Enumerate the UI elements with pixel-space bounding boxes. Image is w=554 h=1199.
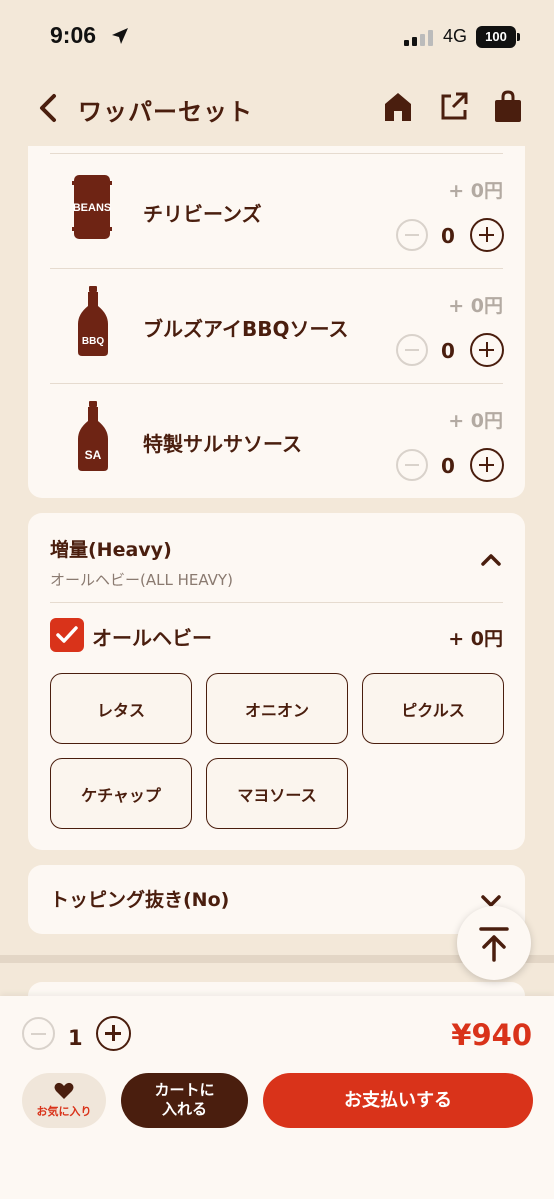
item-name: チリビーンズ bbox=[143, 202, 262, 226]
nav-bar: ワッパーセット bbox=[0, 72, 554, 146]
svg-text:BBQ: BBQ bbox=[82, 336, 104, 347]
favorite-label: お気に入り bbox=[36, 1105, 92, 1118]
item-name: ブルズアイBBQソース bbox=[143, 317, 349, 341]
quantity-decrease-button[interactable] bbox=[22, 1017, 55, 1050]
heavy-options-card: 増量(Heavy) オールヘビー(ALL HEAVY) オールヘビー + 0円 … bbox=[28, 513, 525, 850]
checkout-button[interactable]: お支払いする bbox=[263, 1073, 533, 1128]
list-item: BEANS チリビーンズ + 0円 0 bbox=[28, 146, 525, 261]
beans-can-icon: BEANS bbox=[72, 175, 112, 239]
option-mayo-sauce[interactable]: マヨソース bbox=[206, 758, 348, 829]
signal-icon bbox=[404, 30, 433, 46]
option-lettuce[interactable]: レタス bbox=[50, 673, 192, 744]
list-item: BBQ ブルズアイBBQソース + 0円 0 bbox=[28, 261, 525, 376]
checkbox-label: オールヘビー bbox=[92, 626, 212, 650]
item-name: 特製サルサソース bbox=[143, 432, 302, 456]
checkbox-price: + 0円 bbox=[448, 628, 503, 650]
cart-label-line1: カートに bbox=[154, 1081, 215, 1099]
decrease-button[interactable] bbox=[396, 449, 428, 481]
location-arrow-icon bbox=[112, 28, 128, 44]
section-subtitle: オールヘビー(ALL HEAVY) bbox=[50, 571, 233, 589]
divider bbox=[50, 268, 503, 269]
no-topping-card[interactable]: トッピング抜き(No) bbox=[28, 865, 525, 934]
option-onion[interactable]: オニオン bbox=[206, 673, 348, 744]
item-quantity: 0 bbox=[441, 224, 455, 248]
increase-button[interactable] bbox=[470, 218, 504, 252]
option-ketchup[interactable]: ケチャップ bbox=[50, 758, 192, 829]
option-pickles[interactable]: ピクルス bbox=[362, 673, 504, 744]
home-icon[interactable] bbox=[382, 90, 414, 124]
status-time: 9:06 bbox=[50, 22, 97, 48]
network-type: 4G bbox=[443, 26, 468, 46]
cart-label-line2: 入れる bbox=[161, 1100, 207, 1118]
quantity-increase-button[interactable] bbox=[96, 1016, 131, 1051]
checkout-bar: 1 ¥940 お気に入り カートに 入れる お支払いする bbox=[0, 996, 554, 1199]
heart-icon bbox=[54, 1082, 74, 1099]
back-icon[interactable] bbox=[34, 92, 62, 124]
add-to-cart-button[interactable]: カートに 入れる bbox=[121, 1073, 248, 1128]
divider bbox=[50, 383, 503, 384]
item-quantity: 0 bbox=[441, 454, 455, 478]
all-heavy-checkbox[interactable] bbox=[50, 618, 84, 652]
salsa-sauce-bottle-icon: SA bbox=[78, 401, 108, 471]
chevron-up-icon[interactable] bbox=[479, 551, 503, 567]
section-title: トッピング抜き(No) bbox=[50, 889, 230, 911]
side-options-card: BEANS チリビーンズ + 0円 0 BBQ ブルズアイBBQソース + 0円… bbox=[28, 146, 525, 498]
order-quantity: 1 bbox=[68, 1026, 83, 1050]
section-title: 増量(Heavy) bbox=[50, 539, 172, 561]
divider bbox=[50, 153, 503, 154]
increase-button[interactable] bbox=[470, 333, 504, 367]
decrease-button[interactable] bbox=[396, 219, 428, 251]
item-price: + 0円 bbox=[448, 410, 503, 432]
battery-icon: 100 bbox=[476, 26, 520, 48]
increase-button[interactable] bbox=[470, 448, 504, 482]
share-icon[interactable] bbox=[438, 90, 470, 124]
favorite-button[interactable]: お気に入り bbox=[22, 1073, 106, 1128]
item-quantity: 0 bbox=[441, 339, 455, 363]
arrow-up-to-line-icon bbox=[479, 927, 509, 962]
status-bar: 9:06 4G 100 bbox=[0, 0, 554, 72]
bbq-sauce-bottle-icon: BBQ bbox=[78, 286, 108, 356]
checkmark-icon bbox=[56, 626, 78, 643]
item-price: + 0円 bbox=[448, 180, 503, 202]
decrease-button[interactable] bbox=[396, 334, 428, 366]
total-price: ¥940 bbox=[451, 1018, 532, 1052]
list-item: SA 特製サルサソース + 0円 0 bbox=[28, 376, 525, 491]
svg-text:SA: SA bbox=[85, 448, 102, 462]
svg-text:BEANS: BEANS bbox=[73, 202, 112, 214]
divider bbox=[50, 602, 503, 603]
bag-icon[interactable] bbox=[492, 90, 524, 124]
scroll-to-top-button[interactable] bbox=[457, 906, 531, 980]
item-price: + 0円 bbox=[448, 295, 503, 317]
page-title: ワッパーセット bbox=[78, 98, 253, 126]
